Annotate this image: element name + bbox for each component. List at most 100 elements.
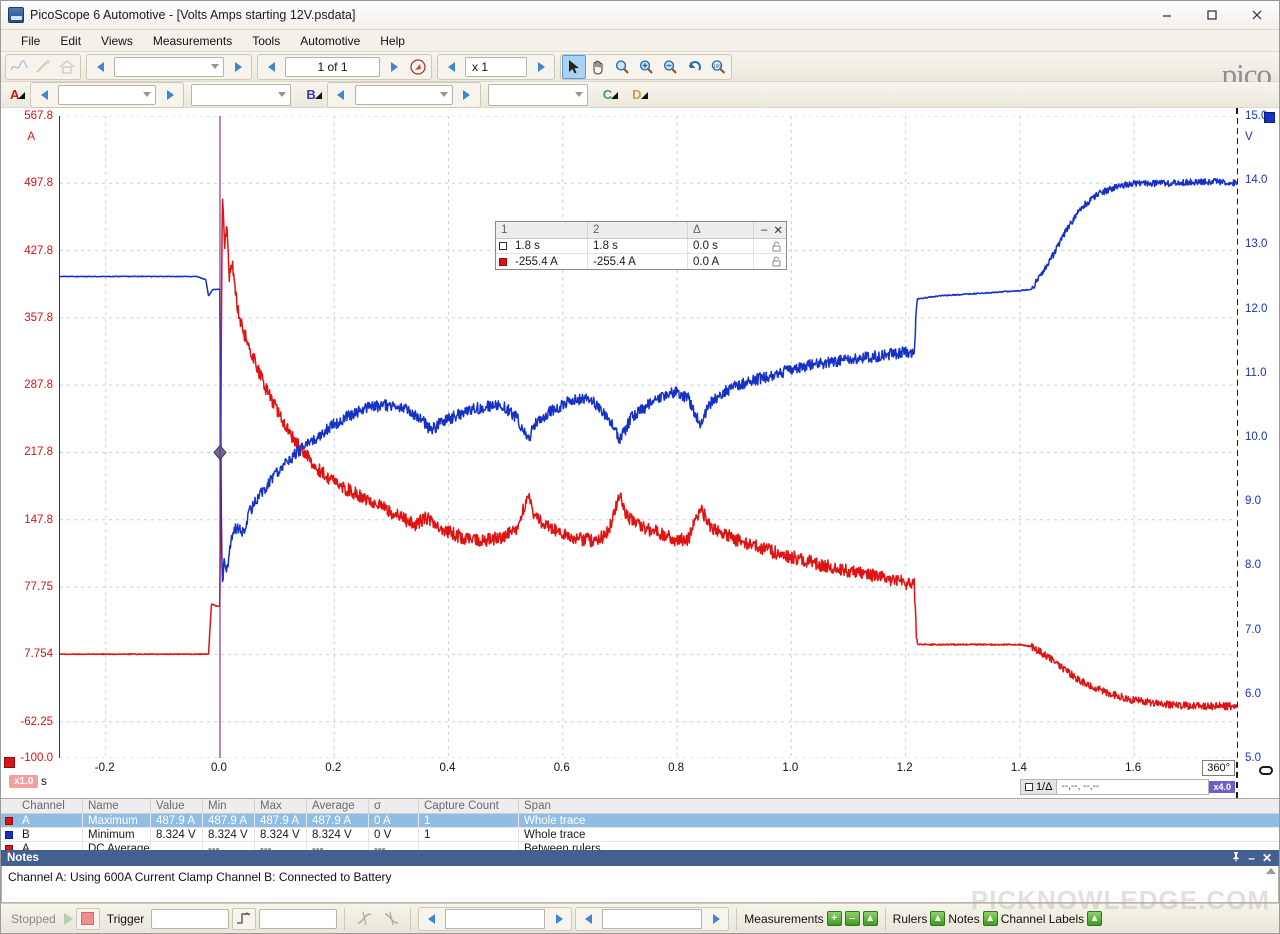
page-indicator[interactable]: 1 of 1 — [285, 56, 380, 77]
posttrigger-next-button[interactable] — [704, 907, 728, 931]
pretrigger-field[interactable] — [445, 908, 546, 929]
inverse-delta-widget[interactable]: 1/Δ --,--, --,-- x4.0 — [1019, 779, 1235, 795]
channel-d-selector[interactable]: D — [627, 87, 648, 102]
buffer-combo[interactable] — [114, 56, 224, 77]
menu-automotive[interactable]: Automotive — [290, 32, 370, 50]
channel-b-range-prev[interactable] — [329, 83, 353, 107]
zoom-prev-button[interactable] — [439, 55, 463, 79]
header-channel[interactable]: Channel — [17, 799, 83, 813]
buffer-prev-button[interactable] — [88, 55, 112, 79]
header-sigma[interactable]: σ — [369, 799, 419, 813]
menu-tools[interactable]: Tools — [242, 32, 290, 50]
channel-b-range-next[interactable] — [455, 83, 479, 107]
pretrigger-next-button[interactable] — [547, 907, 571, 931]
buffer-next-button[interactable] — [226, 55, 250, 79]
notes-close-button[interactable]: ✕ — [1262, 851, 1272, 865]
posttrigger-field[interactable] — [602, 908, 703, 929]
zoom-next-button[interactable] — [529, 55, 553, 79]
stop-button[interactable] — [75, 907, 100, 930]
channel-labels-toggle-icon[interactable]: ▲ — [1087, 911, 1103, 926]
menu-help[interactable]: Help — [370, 32, 415, 50]
remove-measurement-icon[interactable]: – — [844, 911, 860, 926]
menu-views[interactable]: Views — [91, 32, 143, 50]
menu-measurements[interactable]: Measurements — [143, 32, 242, 50]
notes-body[interactable]: Channel A: Using 600A Current Clamp Chan… — [1, 866, 1279, 903]
inverse-delta-label[interactable]: 1/Δ — [1019, 779, 1058, 795]
ruler-a-lock-icon[interactable] — [754, 254, 786, 269]
header-average[interactable]: Average — [307, 799, 369, 813]
channel-b-offset-handle[interactable] — [1259, 766, 1273, 775]
inverse-delta-checkbox[interactable] — [1024, 783, 1033, 791]
trigger-mode-combo[interactable] — [151, 908, 230, 929]
home-icon[interactable] — [55, 55, 79, 79]
channel-b-axis-marker[interactable] — [1264, 112, 1275, 123]
pin-icon[interactable] — [1231, 851, 1241, 865]
table-row[interactable]: B Minimum 8.324 V 8.324 V 8.324 V 8.324 … — [1, 828, 1279, 842]
edit-measurement-icon[interactable]: ▲ — [862, 911, 878, 926]
notes-toggle-icon[interactable]: ▲ — [982, 911, 998, 926]
header-min[interactable]: Min — [203, 799, 255, 813]
menu-file[interactable]: File — [11, 32, 50, 50]
notes-minimize-button[interactable]: – — [1248, 851, 1255, 865]
table-row[interactable]: A Maximum 487.9 A 487.9 A 487.9 A 487.9 … — [1, 814, 1279, 828]
y-tick-left: 7.754 — [24, 648, 53, 661]
zoom-out-icon[interactable] — [658, 55, 682, 79]
table-row[interactable]: A DC Average --- --- --- --- Between rul… — [1, 842, 1279, 850]
ruler-close-button[interactable]: ✕ — [773, 223, 783, 237]
notes-scroll-up-icon[interactable] — [1266, 868, 1276, 874]
header-span[interactable]: Span — [519, 799, 1279, 813]
wand-icon[interactable] — [31, 55, 55, 79]
channel-a-range-combo[interactable] — [58, 84, 157, 105]
compass-icon[interactable] — [406, 55, 430, 79]
header-name[interactable]: Name — [83, 799, 151, 813]
ruler-minimize-button[interactable]: – — [761, 224, 767, 236]
maximize-button[interactable] — [1189, 1, 1234, 30]
main-toolbar: 1 of 1 x 1 100 pico — [1, 52, 1279, 101]
falling-edge-icon[interactable] — [379, 908, 403, 930]
header-value[interactable]: Value — [151, 799, 203, 813]
channel-b-selector[interactable]: B — [301, 87, 323, 102]
zoom-100-icon[interactable]: 100 — [706, 55, 730, 79]
trigger-edge-icon[interactable] — [232, 907, 257, 930]
channel-c-selector[interactable]: C — [598, 87, 619, 102]
zoom-in-icon[interactable] — [634, 55, 658, 79]
y-tick-right: 11.0 — [1245, 366, 1267, 379]
rising-edge-icon[interactable] — [352, 908, 376, 930]
waveform-icon[interactable] — [7, 55, 31, 79]
channel-a-selector[interactable]: A — [5, 87, 26, 102]
y-tick-right: 6.0 — [1245, 687, 1261, 700]
channel-b-range-combo[interactable] — [354, 84, 453, 105]
zoom-window-icon[interactable] — [610, 55, 634, 79]
pretrigger-nav-group — [418, 906, 573, 931]
page-next-button[interactable] — [382, 55, 406, 79]
hand-icon[interactable] — [586, 55, 610, 79]
trigger-source-combo[interactable] — [259, 908, 338, 929]
x-zoom-badge: x1.0 — [9, 775, 39, 788]
scope-view[interactable]: 567.8 A 497.8 427.8 357.8 287.8 217.8 147.8 77.7… — [1, 108, 1279, 798]
zoom-factor-field[interactable]: x 1 — [465, 56, 527, 77]
rulers-toggle-icon[interactable]: ▲ — [930, 911, 946, 926]
pretrigger-prev-button[interactable] — [419, 907, 443, 931]
degrees-field[interactable]: 360° — [1202, 760, 1235, 776]
channel-a-coupling-combo[interactable] — [191, 83, 292, 106]
header-capture-count[interactable]: Capture Count — [419, 799, 519, 813]
undo-zoom-icon[interactable] — [682, 55, 706, 79]
posttrigger-prev-button[interactable] — [576, 907, 600, 931]
waveform-plot[interactable] — [59, 116, 1237, 758]
ruler-legend[interactable]: 1 2 Δ – ✕ 1.8 s 1.8 s 0.0 s -255.4 A -25… — [495, 221, 787, 270]
pointer-icon[interactable] — [562, 54, 586, 79]
page-prev-button[interactable] — [259, 55, 283, 79]
header-max[interactable]: Max — [255, 799, 307, 813]
row-average: 8.324 V — [307, 828, 369, 841]
start-button-icon[interactable] — [63, 912, 73, 925]
channel-a-range-next[interactable] — [158, 83, 182, 107]
channel-b-coupling-combo[interactable] — [487, 83, 588, 106]
add-measurement-icon[interactable]: + — [826, 911, 842, 926]
channel-a-axis-marker[interactable] — [4, 757, 15, 768]
minimize-button[interactable] — [1144, 1, 1189, 30]
measurements-table[interactable]: Channel Name Value Min Max Average σ Cap… — [1, 798, 1279, 850]
close-button[interactable] — [1234, 1, 1279, 30]
channel-a-range-prev[interactable] — [32, 83, 56, 107]
menu-edit[interactable]: Edit — [50, 32, 91, 50]
ruler-time-lock-icon[interactable] — [754, 239, 786, 253]
